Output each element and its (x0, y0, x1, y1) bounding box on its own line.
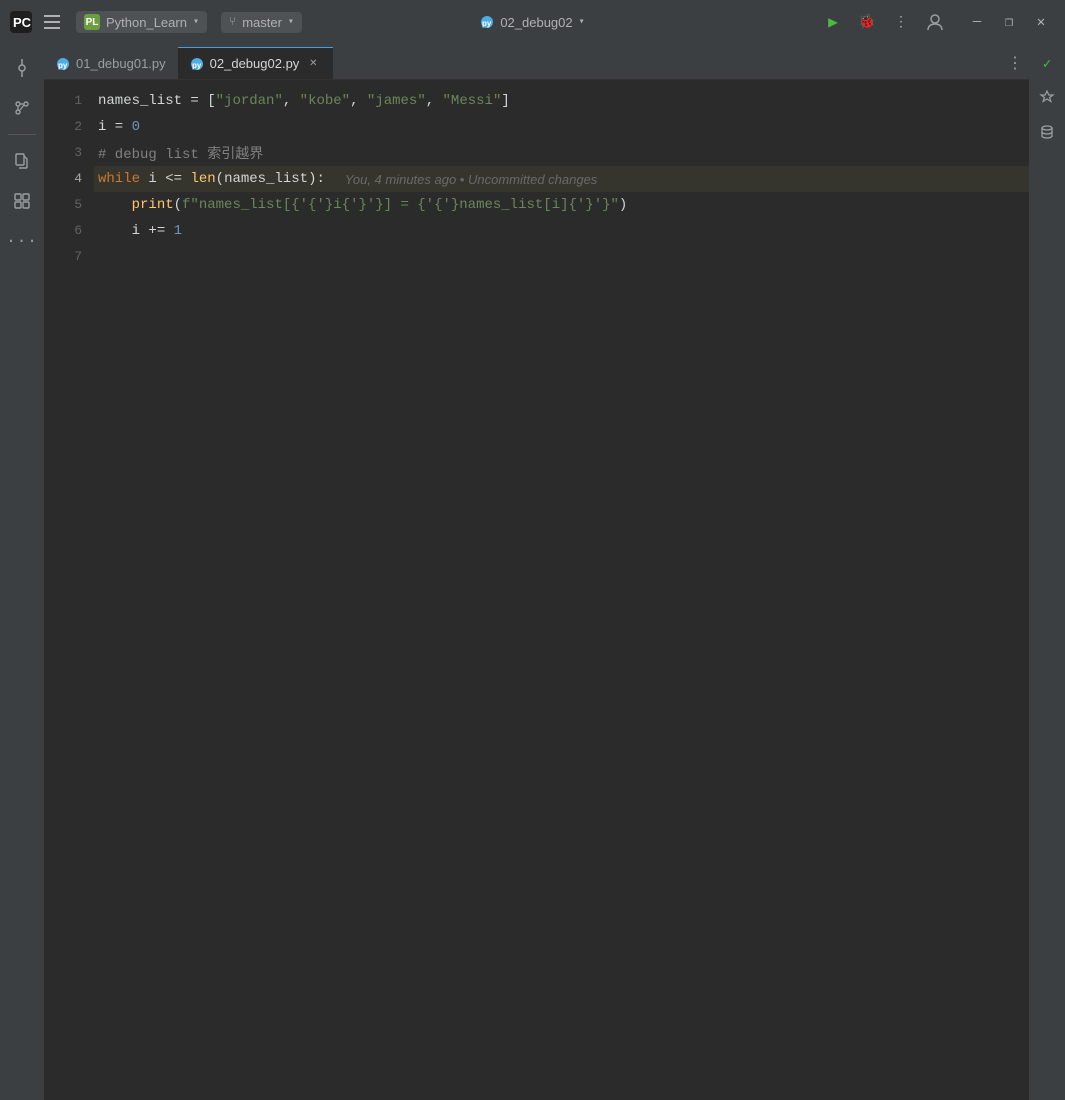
token-indent6 (98, 223, 132, 239)
vcs-check-button[interactable]: ✓ (1033, 50, 1061, 78)
branch-chevron-icon: ▾ (288, 16, 294, 28)
code-line-5: print ( f"names_list[{'{'}i{'}'}] = {'{'… (94, 192, 1029, 218)
close-button[interactable]: ✕ (1027, 8, 1055, 36)
sidebar-item-git[interactable] (4, 90, 40, 126)
window-controls: — ❐ ✕ (963, 8, 1055, 36)
token-names_list: names_list (98, 93, 182, 109)
more-options-button[interactable]: ⋮ (887, 8, 915, 36)
current-file-title[interactable]: py 02_debug02 ▾ (480, 15, 584, 30)
line-num-2: 2 (74, 114, 82, 140)
token-i2: i (132, 223, 140, 239)
token-comment: # debug list 索引越界 (98, 143, 263, 163)
line-num-4: 4 (74, 166, 82, 192)
code-line-4: while i <= len ( names_list ): You, 4 mi… (94, 166, 1029, 192)
code-line-7 (94, 244, 1029, 270)
project-selector[interactable]: PL Python_Learn ▾ (76, 11, 207, 33)
title-bar-left: PC PL Python_Learn ▾ ⑂ master ▾ (10, 8, 358, 36)
file-chevron-icon: ▾ (579, 16, 585, 28)
token-names_list2: names_list (224, 171, 308, 187)
token-plus-eq: += (140, 223, 174, 239)
branch-name: master (242, 15, 282, 30)
token-print-paren: ( (174, 197, 182, 213)
tab-debug01[interactable]: py 01_debug01.py (44, 47, 178, 79)
tab-debug02-label: 02_debug02.py (210, 56, 300, 71)
token-str-messi: "Messi" (443, 93, 502, 109)
code-content[interactable]: names_list = [ "jordan" , "kobe" , "jame… (94, 80, 1029, 1100)
token-str-james: "james" (367, 93, 426, 109)
token-while: while (98, 171, 140, 187)
sidebar-item-more[interactable]: ··· (4, 223, 40, 259)
code-line-6: i += 1 (94, 218, 1029, 244)
token-eq1: = (182, 93, 207, 109)
minimize-button[interactable]: — (963, 8, 991, 36)
line-num-3: 3 (74, 140, 82, 166)
sidebar-item-files[interactable] (4, 143, 40, 179)
token-while-cond: i <= (140, 171, 190, 187)
file-title-name: 02_debug02 (500, 15, 572, 30)
svg-text:py: py (58, 61, 68, 70)
left-sidebar: ··· (0, 44, 44, 1100)
maximize-button[interactable]: ❐ (995, 8, 1023, 36)
title-bar-center: py 02_debug02 ▾ (358, 15, 706, 30)
token-fstring: f"names_list[{'{'}i{'}'}] = {'{'}names_l… (182, 197, 619, 213)
tab-close-button[interactable]: ✕ (305, 56, 321, 72)
line-num-1: 1 (74, 88, 82, 114)
code-line-2: i = 0 (94, 114, 1029, 140)
token-str-kobe: "kobe" (300, 93, 350, 109)
title-bar: PC PL Python_Learn ▾ ⑂ master ▾ py 02_de… (0, 0, 1065, 44)
code-editor: 1 2 3 4 5 6 7 names_list = [ "jordan" , (44, 80, 1029, 1100)
token-comma2: , (350, 93, 367, 109)
token-comma1: , (283, 93, 300, 109)
main-layout: ··· py 01_debug01.py py 02_debug02.py (0, 44, 1065, 1100)
token-str-jordan: "jordan" (216, 93, 283, 109)
token-len: len (190, 171, 215, 187)
hamburger-menu[interactable] (40, 8, 68, 36)
project-chevron-icon: ▾ (193, 16, 199, 28)
token-one: 1 (174, 223, 182, 239)
token-bracket-open: [ (207, 93, 215, 109)
token-comma3: , (426, 93, 443, 109)
line-num-7: 7 (74, 244, 82, 270)
ai-assistant-button[interactable] (1033, 84, 1061, 112)
git-annotation: You, 4 minutes ago • Uncommitted changes (345, 172, 597, 187)
editor-area: py 01_debug01.py py 02_debug02.py ✕ ⋮ 1 … (44, 44, 1029, 1100)
token-print: print (132, 197, 174, 213)
svg-text:PC: PC (13, 15, 32, 30)
right-sidebar: ✓ (1029, 44, 1065, 1100)
token-eq2: = (106, 119, 131, 135)
svg-text:py: py (482, 19, 492, 28)
line-numbers: 1 2 3 4 5 6 7 (44, 80, 94, 1100)
branch-selector[interactable]: ⑂ master ▾ (221, 12, 302, 33)
tabs-bar: py 01_debug01.py py 02_debug02.py ✕ ⋮ (44, 44, 1029, 80)
run-button[interactable]: ▶ (819, 8, 847, 36)
token-indent5 (98, 197, 132, 213)
token-paren-open: ( (216, 171, 224, 187)
sidebar-item-commit[interactable] (4, 50, 40, 86)
tab-debug01-label: 01_debug01.py (76, 56, 166, 71)
svg-text:py: py (192, 61, 202, 70)
tabs-more-button[interactable]: ⋮ (1001, 47, 1029, 79)
sidebar-divider (8, 134, 36, 135)
user-button[interactable] (921, 8, 949, 36)
database-button[interactable] (1033, 118, 1061, 146)
code-line-3: # debug list 索引越界 (94, 140, 1029, 166)
app-icon: PC (10, 11, 32, 33)
debug-button[interactable]: 🐞 (853, 8, 881, 36)
sidebar-item-plugins[interactable] (4, 183, 40, 219)
token-zero: 0 (132, 119, 140, 135)
token-i: i (98, 119, 106, 135)
code-line-1: names_list = [ "jordan" , "kobe" , "jame… (94, 88, 1029, 114)
token-paren-colon: ): (308, 171, 325, 187)
tab-debug02[interactable]: py 02_debug02.py ✕ (178, 47, 334, 79)
line-num-5: 5 (74, 192, 82, 218)
token-print-close: ) (619, 197, 627, 213)
project-icon: PL (84, 14, 100, 30)
token-bracket-close: ] (501, 93, 509, 109)
project-name: Python_Learn (106, 15, 187, 30)
line-num-6: 6 (74, 218, 82, 244)
title-bar-right: ▶ 🐞 ⋮ — ❐ ✕ (707, 8, 1055, 36)
branch-icon: ⑂ (229, 15, 236, 29)
